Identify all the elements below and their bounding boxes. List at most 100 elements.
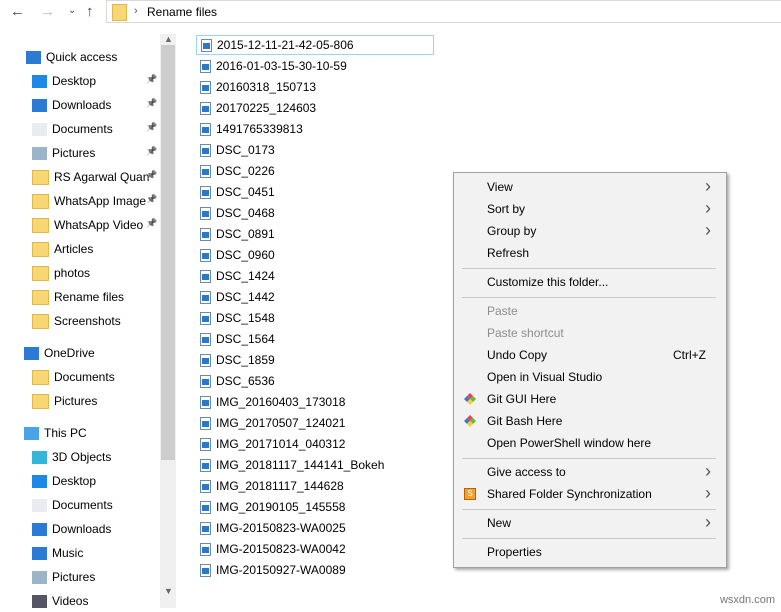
file-item[interactable]: IMG-20150927-WA0089 — [196, 560, 434, 580]
file-item[interactable]: DSC_0451 — [196, 182, 434, 202]
file-item[interactable]: 2016-01-03-15-30-10-59 — [196, 56, 434, 76]
sidebar-item[interactable]: OneDrive — [24, 342, 95, 364]
pin-icon[interactable]: 📌 — [146, 194, 157, 205]
file-item[interactable]: DSC_1548 — [196, 308, 434, 328]
sidebar-item[interactable]: Downloads — [32, 518, 111, 540]
address-bar[interactable]: › Rename files — [106, 0, 781, 23]
menu-item-give-access[interactable]: Give access to › — [454, 461, 726, 483]
sidebar-item[interactable]: Pictures — [32, 142, 95, 164]
scrollbar-thumb[interactable] — [161, 45, 175, 460]
menu-item-sort-by[interactable]: Sort by › — [454, 198, 726, 220]
sidebar-item[interactable]: This PC — [24, 422, 87, 444]
menu-separator — [462, 538, 716, 539]
file-name: DSC_0451 — [216, 185, 275, 199]
menu-item-open-vs[interactable]: Open in Visual Studio — [454, 366, 726, 388]
forward-button[interactable]: → — [40, 3, 55, 20]
file-item[interactable]: IMG_20160403_173018 — [196, 392, 434, 412]
sidebar-item[interactable]: Downloads — [32, 94, 111, 116]
sidebar-item[interactable]: Desktop — [32, 470, 96, 492]
file-item[interactable]: 20160318_150713 — [196, 77, 434, 97]
watermark: wsxdn.com — [719, 594, 775, 606]
file-name: IMG_20181117_144628 — [216, 479, 344, 493]
sidebar-item[interactable]: Desktop — [32, 70, 96, 92]
file-item[interactable]: DSC_1564 — [196, 329, 434, 349]
menu-item-new[interactable]: New › — [454, 512, 726, 534]
pin-icon[interactable]: 📌 — [146, 98, 157, 109]
sidebar-scrollbar[interactable]: ▲ ▼ — [160, 34, 176, 608]
menu-item-group-by[interactable]: Group by › — [454, 220, 726, 242]
sidebar-item[interactable]: WhatsApp Video — [32, 214, 143, 236]
breadcrumb[interactable]: Rename files — [147, 5, 217, 19]
recent-locations-button[interactable]: ⌄ — [68, 5, 76, 16]
file-name: 2016-01-03-15-30-10-59 — [216, 59, 347, 73]
folder-icon — [32, 193, 49, 209]
file-item[interactable]: DSC_0226 — [196, 161, 434, 181]
back-button[interactable]: ← — [10, 3, 25, 20]
menu-item-undo-copy[interactable]: Undo Copy Ctrl+Z — [454, 344, 726, 366]
sidebar-item[interactable]: WhatsApp Image — [32, 190, 146, 212]
sidebar-item[interactable]: Documents — [32, 494, 113, 516]
sidebar-item[interactable]: Rename files — [32, 286, 124, 308]
file-item[interactable]: DSC_1442 — [196, 287, 434, 307]
file-item[interactable]: DSC_6536 — [196, 371, 434, 391]
sidebar-item[interactable]: Articles — [32, 238, 93, 260]
folder-icon — [112, 4, 127, 21]
menu-item-label: New — [487, 516, 512, 530]
sidebar-item[interactable]: Pictures — [32, 566, 95, 588]
menu-item-view[interactable]: View › — [454, 176, 726, 198]
sidebar-item-label: Pictures — [54, 394, 98, 408]
image-file-icon — [200, 101, 211, 115]
sidebar-item[interactable]: RS Agarwal Quan — [32, 166, 149, 188]
pin-icon[interactable]: 📌 — [146, 146, 157, 157]
file-item[interactable]: DSC_0891 — [196, 224, 434, 244]
pin-icon[interactable]: 📌 — [146, 122, 157, 133]
sidebar-item[interactable]: 3D Objects — [32, 446, 111, 468]
file-item[interactable]: 20170225_124603 — [196, 98, 434, 118]
scroll-up-icon[interactable]: ▲ — [164, 34, 173, 44]
file-item[interactable]: DSC_1424 — [196, 266, 434, 286]
file-item[interactable]: 2015-12-11-21-42-05-806 — [196, 35, 434, 55]
sidebar-item[interactable]: photos — [32, 262, 90, 284]
menu-item-refresh[interactable]: Refresh — [454, 242, 726, 264]
menu-item-git-bash[interactable]: Git Bash Here — [454, 410, 726, 432]
menu-separator — [462, 297, 716, 298]
sidebar-item[interactable]: Documents — [32, 118, 113, 140]
file-item[interactable]: IMG-20150823-WA0025 — [196, 518, 434, 538]
file-item[interactable]: IMG_20170507_124021 — [196, 413, 434, 433]
file-item[interactable]: 1491765339813 — [196, 119, 434, 139]
file-item[interactable]: DSC_1859 — [196, 350, 434, 370]
up-button[interactable]: ↑ — [86, 3, 94, 20]
file-item[interactable]: IMG-20150823-WA0042 — [196, 539, 434, 559]
file-item[interactable]: DSC_0960 — [196, 245, 434, 265]
shortcut-label: Ctrl+Z — [673, 348, 706, 362]
sidebar-item[interactable]: Videos — [32, 590, 88, 612]
pin-icon[interactable]: 📌 — [146, 170, 157, 181]
file-item[interactable]: DSC_0468 — [196, 203, 434, 223]
sidebar-item[interactable]: Screenshots — [32, 310, 121, 332]
menu-item-shared-sync[interactable]: S Shared Folder Synchronization › — [454, 483, 726, 505]
chevron-right-icon: › — [134, 5, 138, 17]
menu-item-properties[interactable]: Properties — [454, 541, 726, 563]
file-item[interactable]: IMG_20190105_145558 — [196, 497, 434, 517]
sidebar-item[interactable]: Quick access — [26, 46, 117, 68]
sidebar-item[interactable]: Pictures — [32, 390, 97, 412]
image-file-icon — [200, 332, 211, 346]
sidebar-item[interactable]: Documents — [32, 366, 115, 388]
menu-item-paste[interactable]: Paste — [454, 300, 726, 322]
menu-item-label: Refresh — [487, 246, 530, 260]
menu-item-label: Give access to — [487, 465, 566, 479]
menu-item-paste-shortcut[interactable]: Paste shortcut — [454, 322, 726, 344]
menu-item-customize[interactable]: Customize this folder... — [454, 271, 726, 293]
scroll-down-icon[interactable]: ▼ — [164, 586, 173, 596]
menu-separator — [462, 268, 716, 269]
pin-icon[interactable]: 📌 — [146, 218, 157, 229]
menu-item-powershell[interactable]: Open PowerShell window here — [454, 432, 726, 454]
file-item[interactable]: IMG_20181117_144628 — [196, 476, 434, 496]
pin-icon[interactable]: 📌 — [146, 74, 157, 85]
file-item[interactable]: DSC_0173 — [196, 140, 434, 160]
file-item[interactable]: IMG_20171014_040312 — [196, 434, 434, 454]
sidebar-item[interactable]: Music — [32, 542, 83, 564]
chevron-right-icon: › — [705, 198, 711, 218]
menu-item-git-gui[interactable]: Git GUI Here — [454, 388, 726, 410]
file-item[interactable]: IMG_20181117_144141_Bokeh — [196, 455, 434, 475]
